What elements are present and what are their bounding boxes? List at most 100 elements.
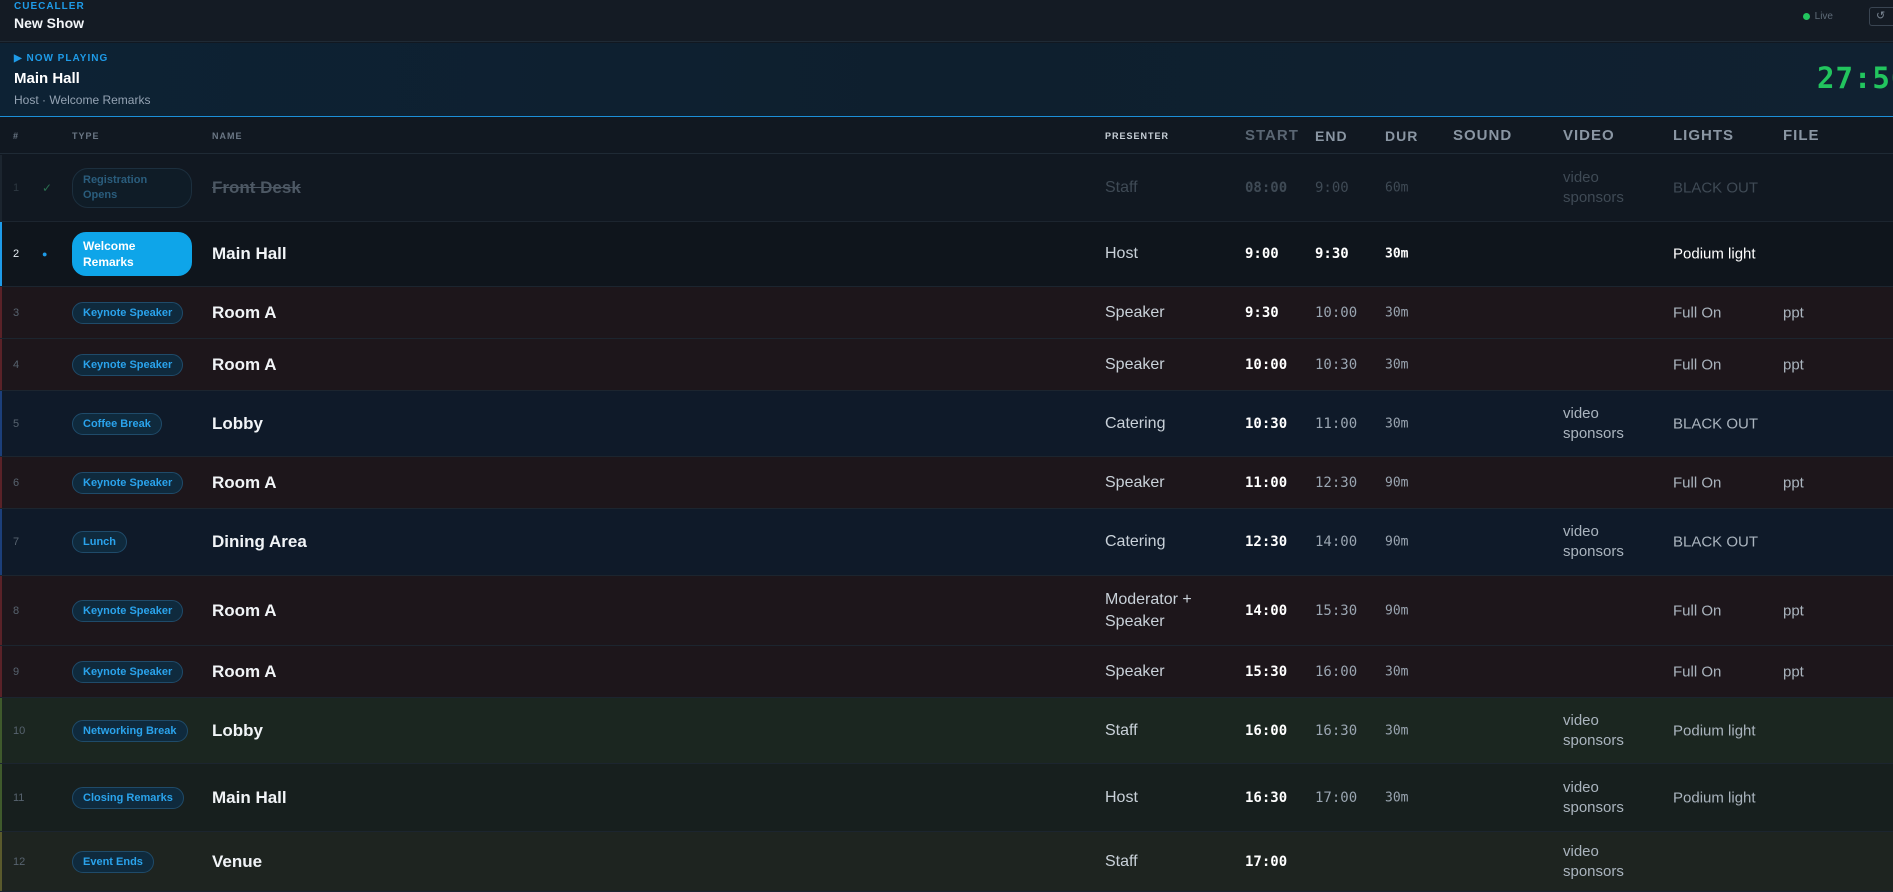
cue-start: 11:00 xyxy=(1245,474,1288,491)
col-num: # xyxy=(13,131,20,141)
now-playing-title: Main Hall xyxy=(14,70,80,87)
table-row[interactable]: 9 Keynote Speaker Room A Speaker 15:30 1… xyxy=(0,646,1893,698)
playing-dot-icon: ● xyxy=(42,249,48,259)
cue-lights: Podium light xyxy=(1673,722,1756,739)
cue-name: Lobby xyxy=(212,720,263,740)
cue-end: 9:30 xyxy=(1315,246,1349,262)
col-video: VIDEO xyxy=(1563,127,1615,144)
cue-presenter: Speaker xyxy=(1105,303,1165,321)
cue-end: 15:30 xyxy=(1315,602,1358,619)
type-badge[interactable]: Keynote Speaker xyxy=(72,471,184,494)
cue-file: ppt xyxy=(1783,663,1804,680)
row-number: 8 xyxy=(13,604,20,617)
cue-lights: Full On xyxy=(1673,663,1722,680)
cue-duration: 30m xyxy=(1385,723,1409,738)
type-badge[interactable]: Keynote Speaker xyxy=(72,353,184,376)
cue-name: Lobby xyxy=(212,413,263,433)
col-end: END xyxy=(1315,128,1348,144)
cue-start: 16:00 xyxy=(1245,722,1288,739)
cue-presenter: Speaker xyxy=(1105,662,1165,680)
cue-end: 17:00 xyxy=(1315,789,1358,806)
row-number: 11 xyxy=(13,791,25,804)
cue-end: 10:30 xyxy=(1315,356,1358,373)
cue-name: Room A xyxy=(212,302,277,322)
cue-presenter: Staff xyxy=(1105,852,1138,870)
cue-presenter: Speaker xyxy=(1105,355,1165,373)
table-row[interactable]: 3 Keynote Speaker Room A Speaker 9:30 10… xyxy=(0,287,1893,339)
cue-lights: BLACK OUT xyxy=(1673,533,1759,551)
cue-name: Front Desk xyxy=(212,178,301,197)
table-row[interactable]: 6 Keynote Speaker Room A Speaker 11:00 1… xyxy=(0,457,1893,509)
cue-start: 9:30 xyxy=(1245,304,1279,321)
type-badge[interactable]: Keynote Speaker xyxy=(72,599,184,622)
type-badge[interactable]: Keynote Speaker xyxy=(72,660,184,683)
table-row[interactable]: 10 Networking Break Lobby Staff 16:00 16… xyxy=(0,698,1893,764)
cue-lights: Full On xyxy=(1673,304,1722,321)
cue-duration: 30m xyxy=(1385,416,1409,431)
table-row[interactable]: 11 Closing Remarks Main Hall Host 16:30 … xyxy=(0,764,1893,832)
check-icon: ✓ xyxy=(42,181,53,195)
cue-presenter: Moderator + Speaker xyxy=(1105,590,1192,630)
type-badge[interactable]: Networking Break xyxy=(72,719,188,742)
table-row[interactable]: 7 Lunch Dining Area Catering 12:30 14:00… xyxy=(0,509,1893,576)
row-number: 1 xyxy=(13,182,20,194)
col-name: NAME xyxy=(212,131,243,141)
cue-start: 14:00 xyxy=(1245,602,1288,619)
live-dot-icon xyxy=(1802,13,1810,20)
col-start: START xyxy=(1245,127,1299,144)
cue-end: 11:00 xyxy=(1315,415,1358,432)
show-name[interactable]: New Show xyxy=(14,15,84,31)
table-row[interactable]: 8 Keynote Speaker Room A Moderator + Spe… xyxy=(0,576,1893,646)
col-sound: SOUND xyxy=(1453,127,1513,144)
cue-name: Room A xyxy=(212,600,277,620)
type-badge[interactable]: Keynote Speaker xyxy=(72,301,184,324)
cue-start: 12:30 xyxy=(1245,534,1288,550)
cue-end: 16:00 xyxy=(1315,663,1358,680)
col-file: FILE xyxy=(1783,127,1820,144)
cue-name: Dining Area xyxy=(212,532,307,551)
cue-file: ppt xyxy=(1783,474,1804,491)
type-badge[interactable]: Coffee Break xyxy=(72,412,162,435)
table-row[interactable]: 4 Keynote Speaker Room A Speaker 10:00 1… xyxy=(0,339,1893,391)
cue-start: 10:00 xyxy=(1245,356,1288,373)
now-playing-banner: ▶ NOW PLAYING Main Hall Host · Welcome R… xyxy=(0,43,1893,117)
cue-video: video sponsors xyxy=(1563,778,1624,816)
cue-lights: Full On xyxy=(1673,602,1722,619)
table-row[interactable]: 1 ✓ Registration Opens Front Desk Staff … xyxy=(0,155,1893,222)
cue-start: 9:00 xyxy=(1245,246,1279,262)
cue-start: 17:00 xyxy=(1245,853,1288,870)
type-badge[interactable]: Lunch xyxy=(72,531,127,553)
type-badge[interactable]: Welcome Remarks xyxy=(72,232,192,276)
col-dur: DUR xyxy=(1385,128,1419,144)
col-lights: LIGHTS xyxy=(1673,127,1734,144)
cue-start: 08:00 xyxy=(1245,180,1288,196)
cue-duration: 90m xyxy=(1385,534,1409,550)
cue-video: video sponsors xyxy=(1563,711,1624,749)
cue-presenter: Speaker xyxy=(1105,473,1165,491)
table-row[interactable]: 5 Coffee Break Lobby Catering 10:30 11:0… xyxy=(0,391,1893,457)
cue-video: video sponsors xyxy=(1563,842,1624,880)
table-row-active[interactable]: 2 ● Welcome Remarks Main Hall Host 9:00 … xyxy=(0,222,1893,287)
cue-video: video sponsors xyxy=(1563,404,1624,442)
cue-name: Main Hall xyxy=(212,787,287,807)
cue-duration: 30m xyxy=(1385,790,1409,805)
table-row[interactable]: 12 Event Ends Venue Staff 17:00 video sp… xyxy=(0,832,1893,892)
cue-presenter: Host xyxy=(1105,788,1138,806)
cue-presenter: Host xyxy=(1105,245,1138,262)
type-badge[interactable]: Closing Remarks xyxy=(72,786,184,809)
type-badge[interactable]: Event Ends xyxy=(72,850,154,873)
cue-file: ppt xyxy=(1783,304,1804,321)
row-number: 6 xyxy=(13,476,20,489)
now-playing-label: ▶ NOW PLAYING xyxy=(14,53,109,64)
cue-duration: 60m xyxy=(1385,180,1409,196)
cue-presenter: Catering xyxy=(1105,414,1166,432)
cue-end: 12:30 xyxy=(1315,474,1358,491)
cue-name: Room A xyxy=(212,354,277,374)
cue-end: 16:30 xyxy=(1315,722,1358,739)
cue-lights: Full On xyxy=(1673,356,1722,373)
type-badge[interactable]: Registration Opens xyxy=(72,168,192,208)
col-type: TYPE xyxy=(72,131,100,141)
refresh-button[interactable]: ↺ xyxy=(1869,7,1893,26)
cue-duration: 30m xyxy=(1385,305,1409,320)
cue-name: Main Hall xyxy=(212,244,287,263)
